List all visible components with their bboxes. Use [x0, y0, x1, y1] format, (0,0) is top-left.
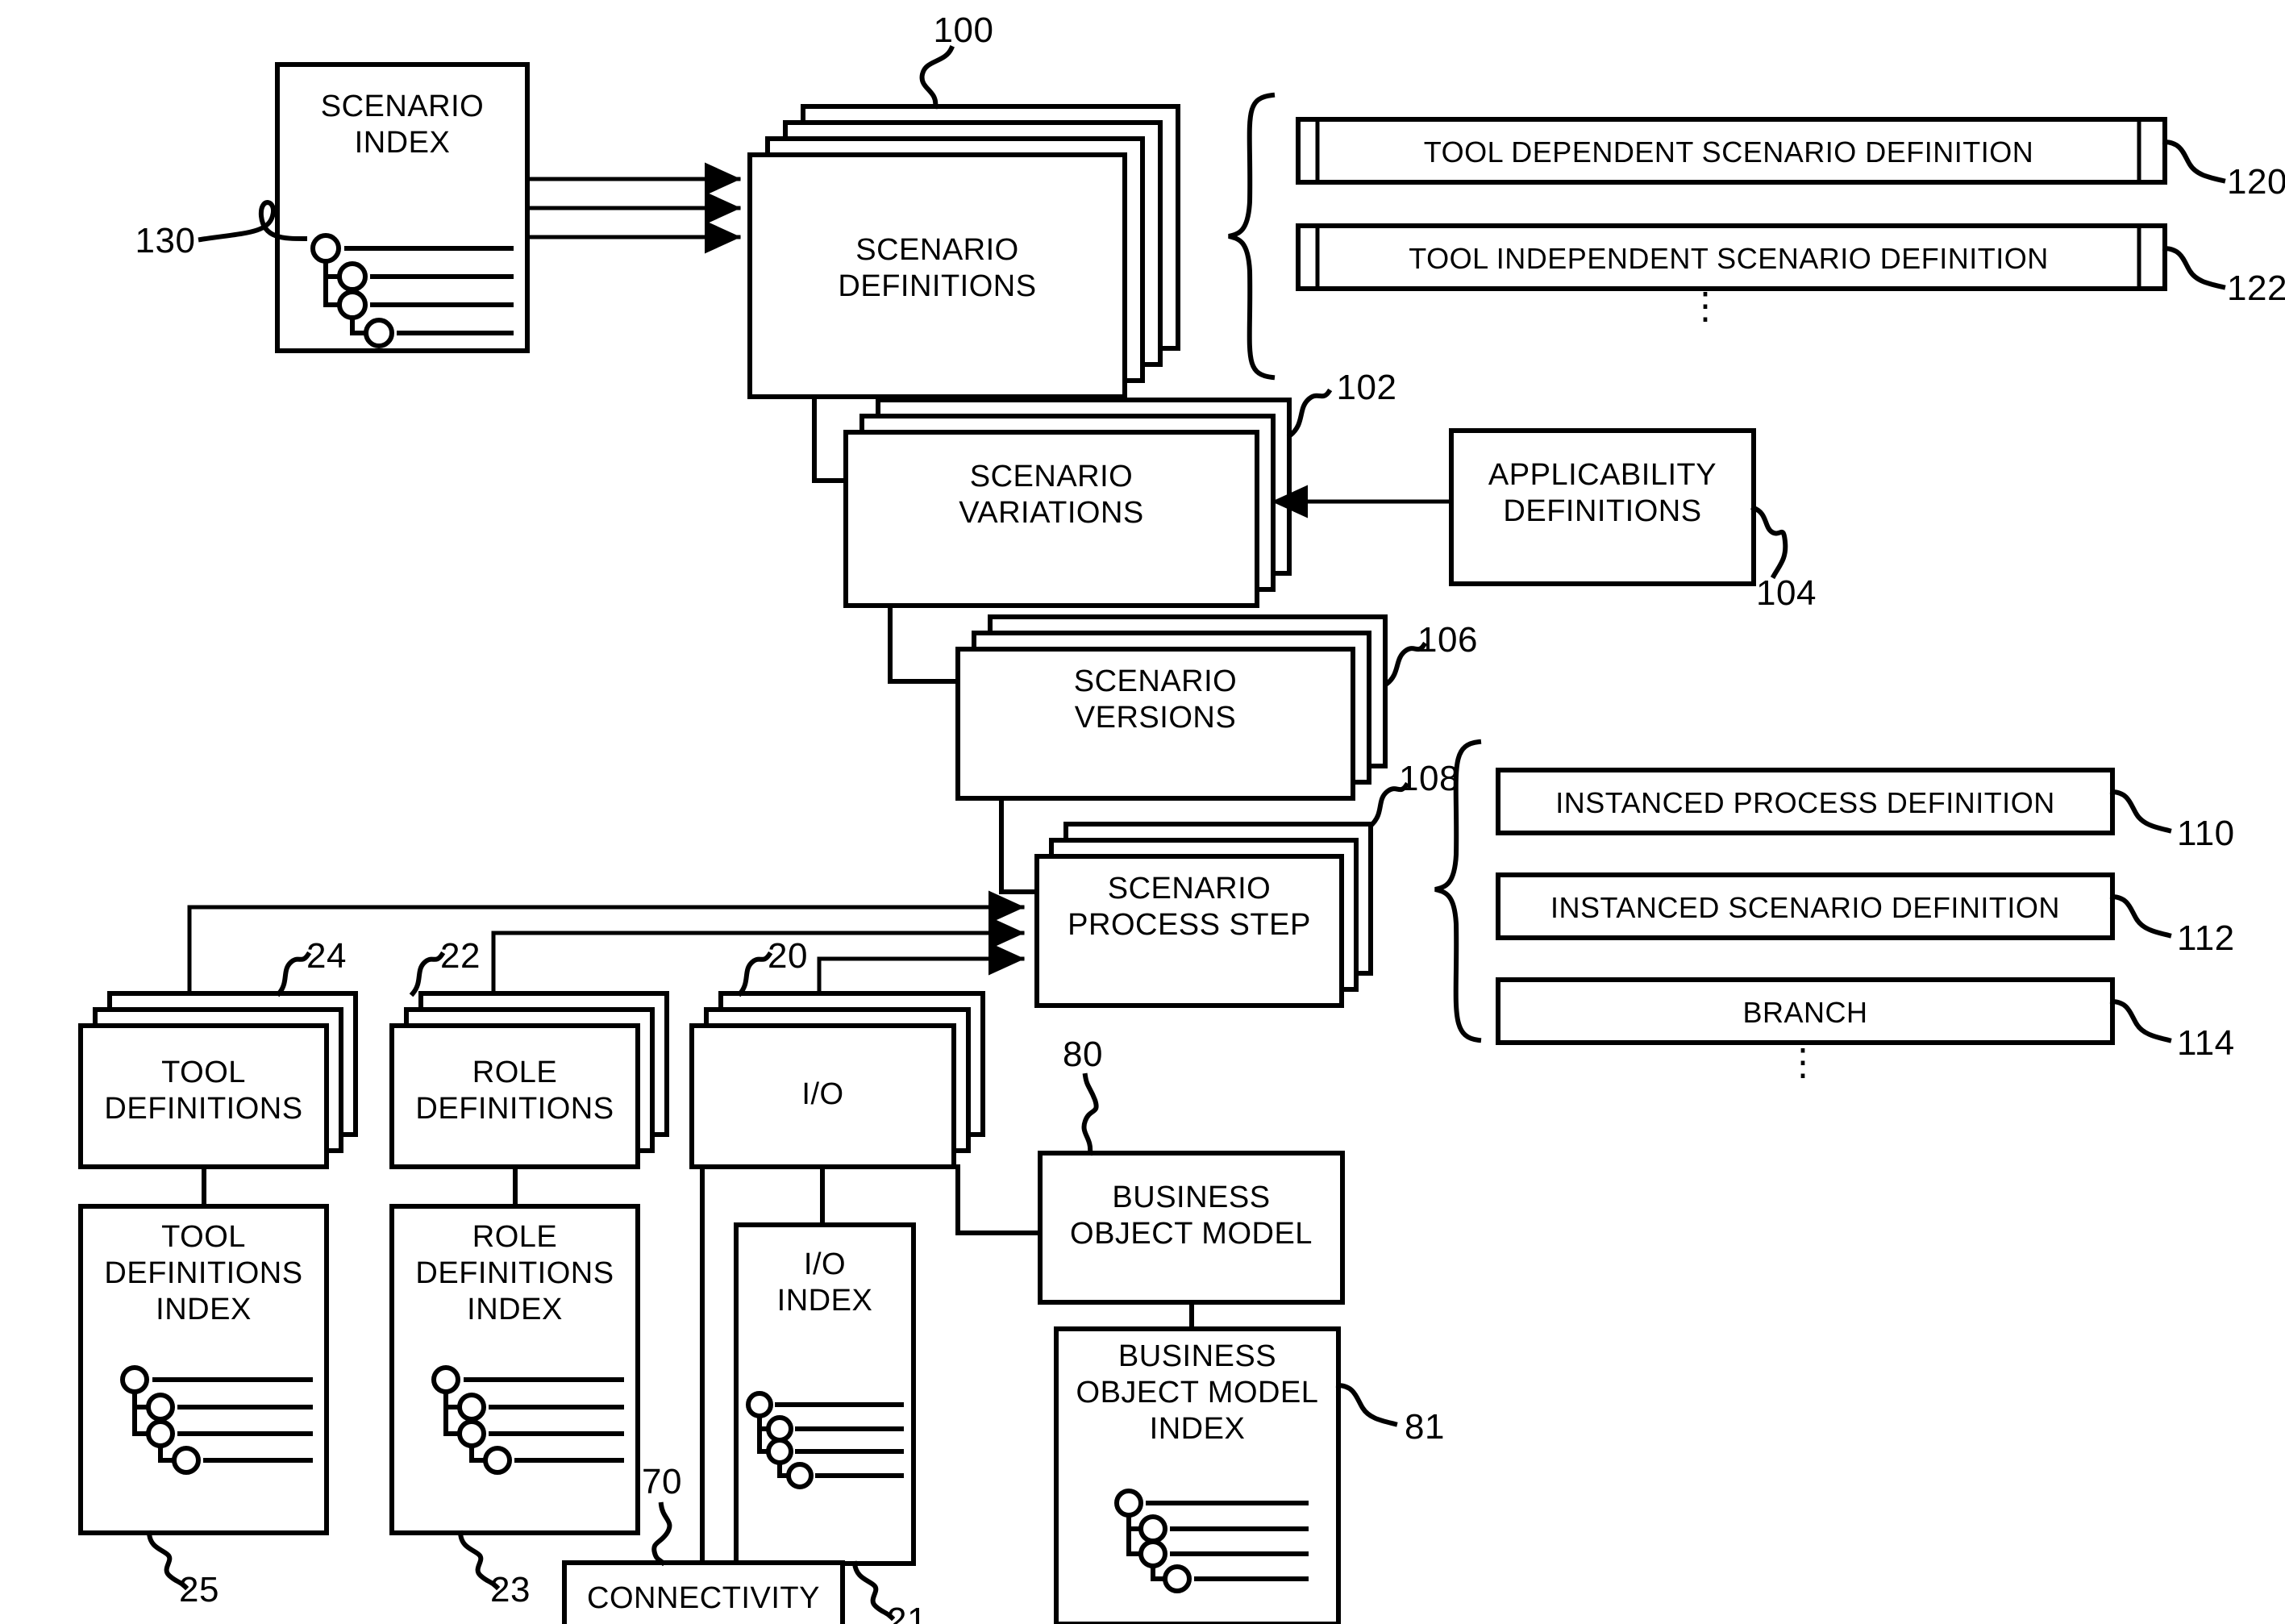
- leader-102: [1286, 388, 1333, 439]
- patent-figure-canvas: SCENARIO INDEX 130 SCENARIO DEFINITIONS …: [0, 0, 2285, 1624]
- leader-23: [457, 1530, 501, 1591]
- leader-81: [1335, 1382, 1398, 1427]
- leader-100: [919, 45, 955, 110]
- tool-definitions-shape: [78, 991, 358, 1169]
- scenario-variations-shape: [843, 398, 1292, 608]
- applicability-definitions-shape: [1449, 428, 1756, 586]
- business-object-model-index-shape: [1054, 1326, 1341, 1624]
- leader-120: [2162, 139, 2226, 184]
- leader-24: [275, 951, 312, 997]
- scenario-definitions-shape: [747, 104, 1180, 399]
- leader-70: [651, 1501, 672, 1567]
- scenario-index-shape: [275, 62, 530, 353]
- leader-106: [1383, 641, 1428, 688]
- scenario-versions-shape: [955, 614, 1388, 801]
- role-definitions-shape: [389, 991, 669, 1169]
- leader-122: [2162, 245, 2226, 290]
- leader-25: [146, 1530, 189, 1591]
- link-definitions-variations: [812, 394, 848, 483]
- instanced-scenario-definition-box: [1496, 872, 2115, 940]
- ellipsis-lower-group: ⋮: [1784, 1041, 1821, 1083]
- arrows-index-to-definitions: [525, 162, 742, 254]
- ellipsis-upper-group: ⋮: [1687, 285, 1724, 327]
- tool-dependent-slab: [1296, 117, 2167, 185]
- leader-110: [2109, 789, 2172, 834]
- branch-box: [1496, 977, 2115, 1045]
- leader-114: [2109, 998, 2172, 1043]
- role-definitions-index-shape: [389, 1204, 640, 1535]
- leader-21: [851, 1560, 896, 1622]
- leader-20: [736, 951, 773, 997]
- leader-80: [1081, 1072, 1099, 1156]
- leader-108: [1368, 781, 1410, 828]
- io-shape: [689, 991, 985, 1169]
- tool-definitions-index-shape: [78, 1204, 329, 1535]
- link-versions-processstep: [999, 796, 1038, 894]
- link-io-bom: [955, 1164, 1043, 1235]
- leader-22: [409, 951, 446, 997]
- business-object-model-shape: [1038, 1151, 1345, 1305]
- instanced-process-definition-box: [1496, 768, 2115, 835]
- link-variations-versions: [888, 603, 960, 684]
- io-index-shape: [734, 1222, 916, 1566]
- brace-upper: [1228, 92, 1276, 381]
- brace-lower: [1434, 739, 1482, 1043]
- leader-112: [2109, 893, 2172, 939]
- connectivity-shape: [562, 1560, 845, 1624]
- leader-104: [1750, 505, 1788, 580]
- tool-independent-slab: [1296, 223, 2167, 291]
- diagram-vector-layer: [78, 45, 2226, 1624]
- scenario-process-step-shape: [1034, 822, 1373, 1008]
